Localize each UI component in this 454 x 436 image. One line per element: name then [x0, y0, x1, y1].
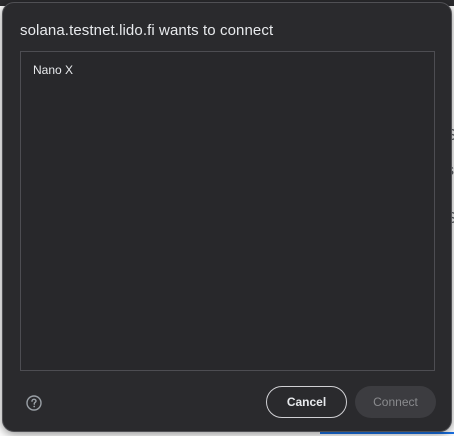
help-icon[interactable] — [26, 395, 42, 411]
dialog-title: solana.testnet.lido.fi wants to connect — [20, 22, 274, 39]
connect-dialog: solana.testnet.lido.fi wants to connect … — [2, 2, 452, 432]
connect-button[interactable]: Connect — [355, 386, 436, 418]
device-list[interactable]: Nano X — [20, 51, 435, 371]
device-item-nano-x[interactable]: Nano X — [33, 63, 73, 77]
background-underline — [320, 432, 454, 434]
cancel-button[interactable]: Cancel — [266, 386, 347, 418]
